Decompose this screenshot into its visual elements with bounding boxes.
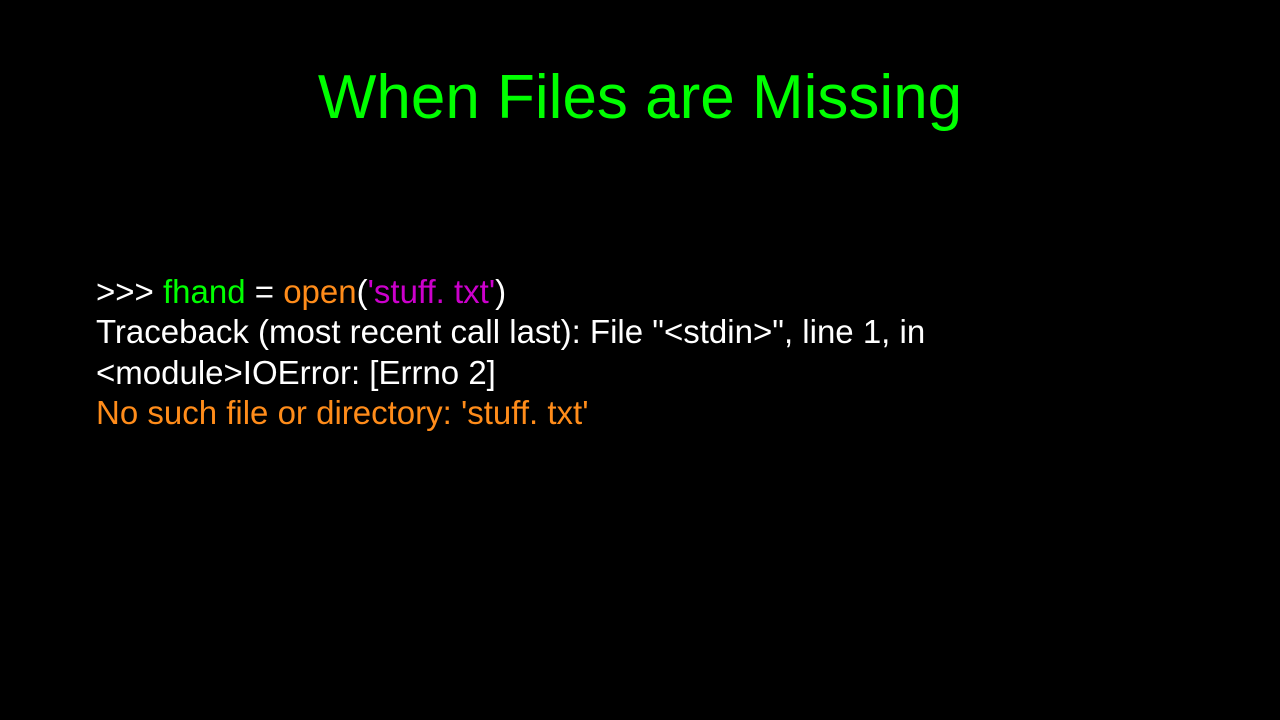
slide: When Files are Missing >>> fhand = open(… bbox=[0, 0, 1280, 720]
code-paren-close: ) bbox=[495, 273, 506, 310]
slide-title: When Files are Missing bbox=[0, 62, 1280, 133]
code-func: open bbox=[283, 273, 356, 310]
code-var: fhand bbox=[163, 273, 246, 310]
code-assign: = bbox=[246, 273, 284, 310]
code-paren-open: ( bbox=[357, 273, 368, 310]
code-arg: 'stuff. txt' bbox=[368, 273, 496, 310]
error-line: No such file or directory: 'stuff. txt' bbox=[96, 393, 1184, 433]
slide-body: >>> fhand = open('stuff. txt') Traceback… bbox=[96, 272, 1184, 433]
prompt: >>> bbox=[96, 273, 163, 310]
code-line: >>> fhand = open('stuff. txt') bbox=[96, 272, 1184, 312]
traceback-line: Traceback (most recent call last): File … bbox=[96, 312, 1184, 393]
